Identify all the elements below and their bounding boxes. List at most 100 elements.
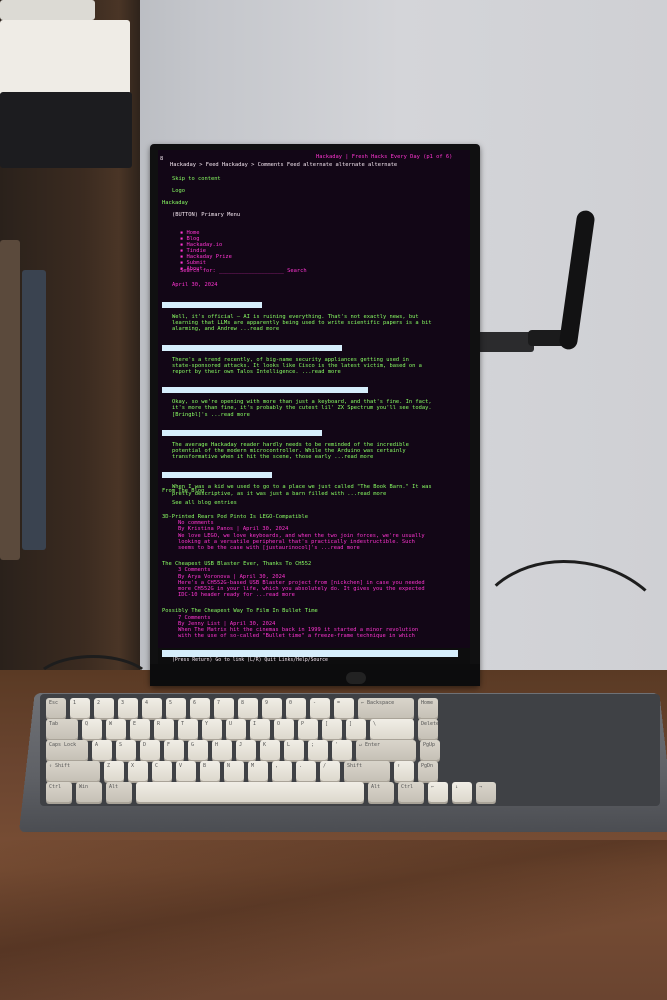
keyboard-key[interactable]: ↓ (452, 782, 472, 802)
monitor-chin (150, 664, 480, 686)
power-button[interactable] (346, 672, 366, 684)
keyboard-key[interactable]: P (298, 719, 318, 739)
keyboard-key[interactable]: Home (418, 698, 438, 718)
keyboard-key[interactable]: L (284, 740, 304, 760)
keyboard-key[interactable]: Tab (46, 719, 78, 739)
breadcrumb[interactable]: Hackaday > Feed Hackaday > Comments Feed… (170, 162, 397, 168)
keyboard-key[interactable]: G (188, 740, 208, 760)
article-excerpt: report by their own Talos Intelligence. … (172, 369, 341, 375)
keyboard-key[interactable]: ] (346, 719, 366, 739)
desk-grain (0, 840, 667, 1000)
keyboard-key[interactable]: U (226, 719, 246, 739)
keyboard-key[interactable]: Z (104, 761, 124, 781)
keyboard-key[interactable]: 3 (118, 698, 138, 718)
keyboard-key[interactable]: X (128, 761, 148, 781)
keyboard-key[interactable]: C (152, 761, 172, 781)
article-title-bar[interactable] (162, 472, 272, 479)
keyboard-key[interactable]: , (272, 761, 292, 781)
article-title-bar[interactable] (162, 387, 368, 394)
book (22, 270, 46, 550)
keyboard-key[interactable]: PgDn (418, 761, 438, 781)
article-excerpt: alarming, and Andrew ...read more (172, 326, 280, 333)
article-title-bar[interactable] (162, 302, 262, 308)
keyboard-key[interactable]: Win (76, 782, 102, 802)
keyboard-key[interactable]: 6 (190, 698, 210, 718)
terminal-screen: Hackaday | Fresh Hacks Every Day (p1 of … (158, 150, 470, 666)
keyboard-key[interactable]: W (106, 719, 126, 739)
terminal-browser: Hackaday | Fresh Hacks Every Day (p1 of … (158, 150, 470, 666)
keyboard-key[interactable]: J (236, 740, 256, 760)
keyboard-key[interactable]: B (200, 761, 220, 781)
article-title-bar[interactable] (162, 429, 322, 436)
keyboard-key[interactable]: = (334, 698, 354, 718)
keyboard: Esc 1 2 3 4 5 6 7 8 9 0- = ← Backspace Home Tab Q W E R T Y U… (40, 694, 660, 806)
keyboard-key[interactable]: F (164, 740, 184, 760)
keyboard-key[interactable]: . (296, 761, 316, 781)
keyboard-key[interactable]: A (92, 740, 112, 760)
keyboard-key[interactable]: PgUp (420, 740, 440, 760)
site-name: Hackaday (162, 200, 188, 206)
blog-post-body: with the use of so-called "Bullet time" … (178, 633, 415, 640)
keyboard-key[interactable]: Ctrl (46, 782, 72, 802)
keyboard-key[interactable]: I (250, 719, 270, 739)
cursor-marker: 8 (160, 156, 164, 162)
keyboard-key[interactable]: ↵ Enter (356, 740, 416, 760)
book (0, 240, 20, 560)
keyboard-key[interactable]: 9 (262, 698, 282, 718)
keyboard-key[interactable]: 0 (286, 698, 306, 718)
status-highlight-bar (162, 650, 458, 657)
keyboard-key[interactable]: Caps Lock (46, 740, 88, 760)
blog-post-body: seems to be the case with [justaurinocol… (178, 545, 360, 551)
keyboard-key[interactable]: Alt (106, 782, 132, 802)
keyboard-key[interactable]: K (260, 740, 280, 760)
blog-post-body: IDC-10 header ready for ...read more (178, 592, 295, 599)
nav-item[interactable]: ▪ About (180, 266, 203, 272)
keyboard-key[interactable]: Alt (368, 782, 394, 802)
keyboard-key[interactable]: 1 (70, 698, 90, 718)
bookshelf (0, 0, 140, 690)
keyboard-key[interactable]: N (224, 761, 244, 781)
keyboard-key[interactable]: Delete (418, 719, 438, 739)
keyboard-key[interactable]: R (154, 719, 174, 739)
article-excerpt: [Bringbl]'s ...read more (172, 411, 250, 418)
keyboard-key[interactable]: ↑ (394, 761, 414, 781)
keyboard-key[interactable]: S (116, 740, 136, 760)
keyboard-key[interactable]: - (310, 698, 330, 718)
keyboard-key[interactable]: Ctrl (398, 782, 424, 802)
keyboard-key[interactable]: → (476, 782, 496, 802)
keyboard-key[interactable]: M (248, 761, 268, 781)
keyboard-key[interactable]: Q (82, 719, 102, 739)
keyboard-key[interactable]: E (130, 719, 150, 739)
keyboard-key[interactable]: H (212, 740, 232, 760)
keyboard-key[interactable]: V (176, 761, 196, 781)
keyboard-key[interactable]: \ (370, 719, 414, 739)
primary-menu-button[interactable]: (BUTTON) Primary Menu (172, 212, 240, 218)
keyboard-key[interactable]: ; (308, 740, 328, 760)
keyboard-key[interactable]: 4 (142, 698, 162, 718)
keyboard-key[interactable]: 5 (166, 698, 186, 718)
skip-to-content-link[interactable]: Skip to content (172, 176, 221, 182)
keyboard-key[interactable]: 2 (94, 698, 114, 718)
keyboard-key[interactable]: 8 (238, 698, 258, 718)
article-title-bar[interactable] (162, 344, 342, 351)
keyboard-key[interactable]: Esc (46, 698, 66, 718)
keyboard-key[interactable]: Shift (344, 761, 390, 781)
logo-link[interactable]: Logo (172, 188, 185, 194)
article-excerpt: pretty descriptive, as it was just a bar… (172, 490, 387, 497)
keyboard-key[interactable]: / (320, 761, 340, 781)
keyboard-key[interactable]: Y (202, 719, 222, 739)
keyboard-key[interactable]: D (140, 740, 160, 760)
article-excerpt: transformative when it hit the scene, th… (172, 454, 374, 461)
keyboard-key[interactable]: ' (332, 740, 352, 760)
book (0, 0, 95, 20)
keyboard-key[interactable]: T (178, 719, 198, 739)
spacebar-key[interactable] (136, 782, 364, 802)
keyboard-key[interactable]: 7 (214, 698, 234, 718)
book (0, 20, 130, 96)
see-all-blog-link[interactable]: See all blog entries (172, 500, 237, 506)
keyboard-key[interactable]: O (274, 719, 294, 739)
keyboard-key[interactable]: ← (428, 782, 448, 802)
keyboard-key[interactable]: ⇧ Shift (46, 761, 100, 781)
keyboard-key[interactable]: ← Backspace (358, 698, 414, 718)
keyboard-key[interactable]: [ (322, 719, 342, 739)
